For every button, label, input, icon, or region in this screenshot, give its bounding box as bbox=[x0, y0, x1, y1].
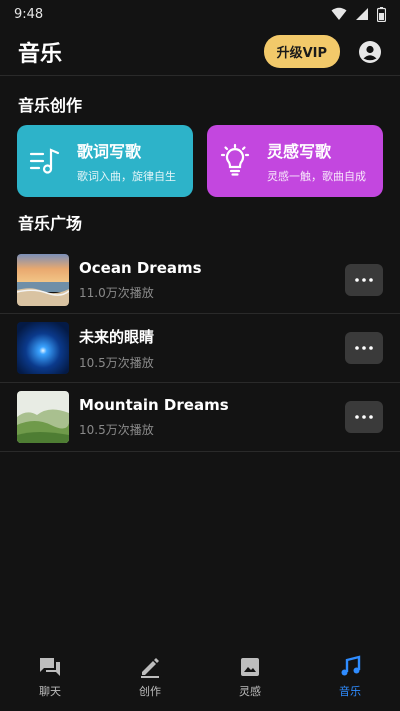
nav-item-chat[interactable]: 聊天 bbox=[0, 643, 100, 711]
upgrade-vip-button[interactable]: 升级VIP bbox=[263, 35, 340, 68]
header-actions: 升级VIP bbox=[263, 35, 382, 68]
song-thumbnail-mountain bbox=[17, 391, 69, 443]
image-icon bbox=[238, 655, 262, 679]
wifi-icon bbox=[331, 7, 347, 20]
status-bar: 9:48 bbox=[0, 0, 400, 28]
lyrics-songwriting-card[interactable]: 歌词写歌 歌词入曲，旋律自生 bbox=[17, 125, 193, 197]
creation-section-title: 音乐创作 bbox=[18, 96, 83, 115]
card-text: 灵感写歌 灵感一触，歌曲自成 bbox=[267, 138, 366, 184]
nav-label: 创作 bbox=[139, 685, 161, 698]
song-thumbnail-blue-light bbox=[17, 322, 69, 374]
profile-avatar-icon[interactable] bbox=[358, 40, 382, 64]
more-options-button[interactable] bbox=[345, 401, 383, 433]
more-dots-icon bbox=[355, 277, 373, 282]
song-play-count: 11.0万次播放 bbox=[79, 285, 154, 300]
card-title: 灵感写歌 bbox=[267, 142, 332, 161]
signal-icon bbox=[356, 8, 368, 20]
bottom-nav: 聊天 创作 灵感 音乐 bbox=[0, 643, 400, 711]
nav-label: 音乐 bbox=[339, 685, 361, 698]
nav-item-music[interactable]: 音乐 bbox=[300, 643, 400, 711]
nav-item-inspiration[interactable]: 灵感 bbox=[200, 643, 300, 711]
card-text: 歌词写歌 歌词入曲，旋律自生 bbox=[77, 138, 176, 184]
song-thumbnail-ocean bbox=[17, 253, 69, 306]
song-title: Mountain Dreams bbox=[79, 396, 229, 414]
nav-label: 聊天 bbox=[39, 685, 61, 698]
song-info: Mountain Dreams 10.5万次播放 bbox=[79, 396, 345, 438]
song-info: Ocean Dreams 11.0万次播放 bbox=[79, 259, 345, 301]
song-info: 未来的眼睛 10.5万次播放 bbox=[79, 326, 345, 371]
more-options-button[interactable] bbox=[345, 263, 383, 296]
lyrics-note-icon bbox=[27, 143, 63, 179]
song-row[interactable]: Ocean Dreams 11.0万次播放 bbox=[0, 246, 400, 314]
card-title: 歌词写歌 bbox=[77, 142, 142, 161]
more-dots-icon bbox=[355, 415, 373, 419]
plaza-section-title: 音乐广场 bbox=[18, 214, 83, 233]
song-title: Ocean Dreams bbox=[79, 258, 202, 277]
music-note-icon bbox=[338, 655, 362, 679]
creation-cards: 歌词写歌 歌词入曲，旋律自生 灵感写歌 灵感一触，歌曲自成 bbox=[17, 125, 383, 197]
nav-item-create[interactable]: 创作 bbox=[100, 643, 200, 711]
status-time: 9:48 bbox=[14, 6, 44, 22]
status-icons bbox=[331, 6, 386, 22]
nav-label: 灵感 bbox=[239, 685, 261, 698]
card-subtitle: 灵感一触，歌曲自成 bbox=[267, 170, 366, 183]
inspiration-songwriting-card[interactable]: 灵感写歌 灵感一触，歌曲自成 bbox=[207, 125, 383, 197]
song-row[interactable]: Mountain Dreams 10.5万次播放 bbox=[0, 383, 400, 452]
song-play-count: 10.5万次播放 bbox=[79, 423, 154, 437]
more-dots-icon bbox=[355, 346, 373, 350]
app-header: 音乐 升级VIP bbox=[0, 28, 400, 76]
card-subtitle: 歌词入曲，旋律自生 bbox=[77, 170, 176, 183]
more-options-button[interactable] bbox=[345, 332, 383, 364]
battery-icon bbox=[377, 6, 386, 22]
page-title: 音乐 bbox=[18, 41, 63, 67]
lightbulb-icon bbox=[217, 143, 253, 179]
song-list: Ocean Dreams 11.0万次播放 未来的眼睛 10.5万次播放 Mou… bbox=[0, 246, 400, 452]
song-title: 未来的眼睛 bbox=[79, 327, 155, 346]
song-play-count: 10.5万次播放 bbox=[79, 355, 154, 370]
song-row[interactable]: 未来的眼睛 10.5万次播放 bbox=[0, 314, 400, 383]
pencil-icon bbox=[138, 655, 162, 679]
chat-icon bbox=[38, 655, 62, 679]
